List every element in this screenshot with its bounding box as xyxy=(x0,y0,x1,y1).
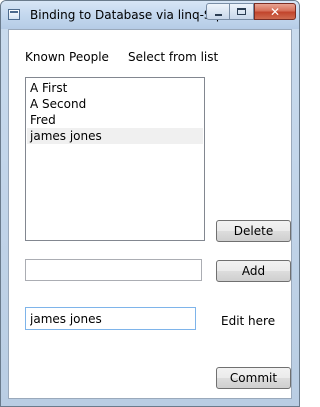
list-item[interactable]: Fred xyxy=(27,112,203,128)
client-area: Known People Select from list A First A … xyxy=(8,29,292,399)
select-from-list-label: Select from list xyxy=(128,50,219,64)
add-button[interactable]: Add xyxy=(216,260,291,282)
maximize-icon xyxy=(237,8,246,15)
title-bar[interactable]: Binding to Database via linq-Sql ✕ xyxy=(1,1,299,29)
list-item[interactable]: A Second xyxy=(27,96,203,112)
list-item[interactable]: A First xyxy=(27,80,203,96)
app-window-icon[interactable] xyxy=(8,9,20,20)
minimize-icon xyxy=(214,13,222,16)
main-window: Binding to Database via linq-Sql ✕ Known… xyxy=(0,0,300,407)
known-people-label: Known People xyxy=(25,50,109,64)
new-person-input[interactable] xyxy=(25,259,202,281)
list-item-selected[interactable]: james jones xyxy=(27,128,203,144)
maximize-button[interactable] xyxy=(230,3,254,20)
delete-button[interactable]: Delete xyxy=(216,220,291,242)
window-title: Binding to Database via linq-Sql xyxy=(30,8,223,22)
close-icon: ✕ xyxy=(269,4,281,19)
edit-person-input[interactable] xyxy=(25,307,196,330)
edit-here-label: Edit here xyxy=(221,314,276,328)
minimize-button[interactable] xyxy=(206,3,230,20)
people-listbox[interactable]: A First A Second Fred james jones xyxy=(25,77,205,241)
commit-button[interactable]: Commit xyxy=(216,367,291,389)
close-button[interactable]: ✕ xyxy=(254,3,296,20)
